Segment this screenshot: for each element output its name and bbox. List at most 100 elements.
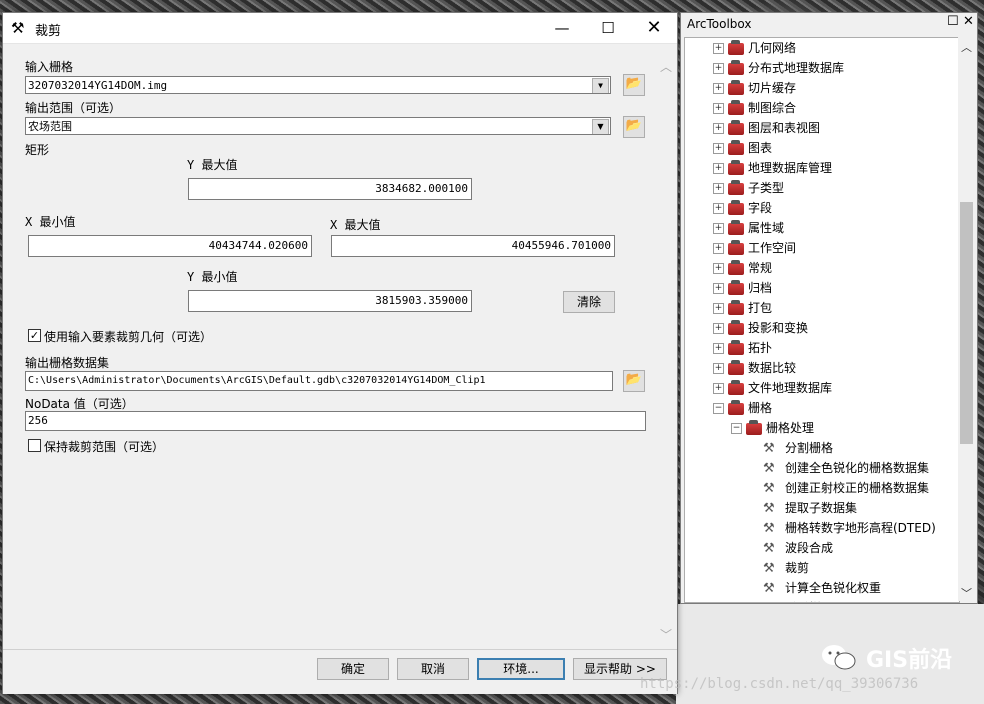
toolbox-item[interactable]: + 制图综合 — [713, 98, 796, 118]
expand-icon[interactable]: + — [713, 203, 724, 214]
expand-icon[interactable]: + — [713, 283, 724, 294]
ymax-input[interactable]: 3834682.000100 — [188, 178, 472, 200]
toolbox-item[interactable]: + 属性域 — [713, 218, 784, 238]
clip-dialog: ⚒ 裁剪 — ☐ ✕ 输入栅格 3207032014YG14DOM.img ▼ … — [2, 12, 678, 694]
output-dataset-browse-button[interactable]: 📂 — [623, 370, 645, 392]
tool-item[interactable]: ⚒ 创建正射校正的栅格数据集 — [763, 478, 929, 498]
expand-icon[interactable]: + — [713, 43, 724, 54]
tree-item-label: 栅格处理 — [766, 421, 815, 435]
toolbox-item[interactable]: + 图表 — [713, 138, 772, 158]
expand-icon[interactable]: + — [713, 143, 724, 154]
toolbox-item[interactable]: + 图层和表视图 — [713, 118, 820, 138]
toolbox-item[interactable]: + 字段 — [713, 198, 772, 218]
expand-icon[interactable]: + — [713, 163, 724, 174]
wechat-icon — [822, 645, 856, 670]
toolbox-item[interactable]: + 地理数据库管理 — [713, 158, 832, 178]
xmax-input[interactable]: 40455946.701000 — [331, 235, 615, 257]
expand-icon[interactable]: + — [713, 243, 724, 254]
tool-item[interactable]: ⚒ 分割栅格 — [763, 438, 833, 458]
toolbox-item[interactable]: + 打包 — [713, 298, 772, 318]
toolbox-icon — [728, 379, 744, 395]
expand-icon[interactable]: + — [713, 323, 724, 334]
dropdown-arrow-icon[interactable]: ▼ — [592, 78, 609, 93]
toolbox-item[interactable]: + 工作空间 — [713, 238, 796, 258]
toolbox-item[interactable]: + 文件地理数据库 — [713, 378, 832, 398]
expand-icon[interactable]: + — [713, 363, 724, 374]
expand-icon[interactable]: + — [713, 83, 724, 94]
use-input-features-checkbox[interactable]: ✓ — [28, 329, 41, 342]
scroll-up-icon[interactable]: ︿ — [961, 39, 972, 55]
cancel-button[interactable]: 取消 — [397, 658, 469, 680]
output-extent-browse-button[interactable]: 📂 — [623, 116, 645, 138]
toolbox-item[interactable]: + 切片缓存 — [713, 78, 796, 98]
toolbox-item[interactable]: + 归档 — [713, 278, 772, 298]
expand-icon[interactable]: + — [713, 263, 724, 274]
toolbox-icon — [728, 279, 744, 295]
scroll-up-icon[interactable]: ︿ — [660, 58, 672, 75]
expand-icon[interactable]: + — [713, 223, 724, 234]
dropdown-arrow-icon[interactable]: ▼ — [592, 119, 609, 134]
collapse-icon[interactable]: − — [713, 403, 724, 414]
tree-item-label: 数据比较 — [748, 361, 797, 375]
toolbox-item[interactable]: + 常规 — [713, 258, 772, 278]
expand-icon[interactable]: + — [713, 123, 724, 134]
tree-item-label: 分割栅格 — [785, 441, 834, 455]
toolbox-item[interactable]: + 数据比较 — [713, 358, 796, 378]
scroll-down-icon[interactable]: ﹀ — [961, 585, 972, 601]
tool-item[interactable]: ⚒ 栅格转数字地形高程(DTED) — [763, 518, 936, 538]
close-button[interactable]: ✕ — [631, 13, 677, 43]
expand-icon[interactable]: + — [713, 103, 724, 114]
toolbox-item[interactable]: + 子类型 — [713, 178, 784, 198]
hammer-icon: ⚒ — [763, 520, 775, 536]
toolbox-scrollbar[interactable]: ︿ ﹀ — [958, 37, 975, 601]
rectangle-label: 矩形 — [25, 143, 50, 157]
dialog-scrollbar[interactable]: ︿ ﹀ — [657, 44, 675, 646]
expand-icon[interactable]: + — [713, 63, 724, 74]
toolbox-item[interactable]: + 分布式地理数据库 — [713, 58, 844, 78]
tool-item[interactable]: ⚒ 创建全色锐化的栅格数据集 — [763, 458, 929, 478]
tree-item-label: 创建全色锐化的栅格数据集 — [785, 461, 930, 475]
ok-button[interactable]: 确定 — [317, 658, 389, 680]
input-raster-combo[interactable]: 3207032014YG14DOM.img ▼ — [25, 76, 611, 94]
toolbox-icon — [728, 319, 744, 335]
tool-item[interactable]: ⚒ 重采样 — [763, 598, 821, 603]
toolbox-subgroup[interactable]: − 栅格处理 — [731, 418, 814, 438]
nodata-label: NoData 值（可选） — [25, 397, 134, 411]
output-extent-combo[interactable]: 农场范围 ▼ — [25, 117, 611, 135]
toolbox-icon — [728, 339, 744, 355]
input-raster-value: 3207032014YG14DOM.img — [28, 79, 168, 92]
scroll-thumb[interactable] — [960, 202, 973, 444]
tool-item[interactable]: ⚒ 计算全色锐化权重 — [763, 578, 881, 598]
collapse-icon[interactable]: − — [731, 423, 742, 434]
toolbox-item[interactable]: + 拓扑 — [713, 338, 772, 358]
close-icon[interactable]: ✕ — [963, 14, 974, 29]
xmin-input[interactable]: 40434744.020600 — [28, 235, 312, 257]
ymin-input[interactable]: 3815903.359000 — [188, 290, 472, 312]
toolbox-icon — [728, 119, 744, 135]
expand-icon[interactable]: + — [713, 343, 724, 354]
input-raster-browse-button[interactable]: 📂 — [623, 74, 645, 96]
nodata-input[interactable]: 256 — [25, 411, 646, 431]
toolbox-item[interactable]: + 几何网络 — [713, 38, 796, 58]
expand-icon[interactable]: + — [713, 183, 724, 194]
maximize-button[interactable]: ☐ — [585, 13, 631, 43]
output-dataset-input[interactable]: C:\Users\Administrator\Documents\ArcGIS\… — [25, 371, 613, 391]
toolbox-item[interactable]: − 栅格 — [713, 398, 772, 418]
toolbox-item[interactable]: + 投影和变换 — [713, 318, 808, 338]
maintain-extent-checkbox[interactable] — [28, 439, 41, 452]
scroll-down-icon[interactable]: ﹀ — [660, 626, 672, 643]
hammer-icon: ⚒ — [763, 440, 775, 456]
clear-button[interactable]: 清除 — [563, 291, 615, 313]
tool-item[interactable]: ⚒ 波段合成 — [763, 538, 833, 558]
tree-item-label: 打包 — [748, 301, 773, 315]
tree-item-label: 制图综合 — [748, 101, 797, 115]
tool-item[interactable]: ⚒ 裁剪 — [763, 558, 809, 578]
tree-item-label: 创建正射校正的栅格数据集 — [785, 481, 930, 495]
environments-button[interactable]: 环境... — [477, 658, 565, 680]
title-bar[interactable]: ⚒ 裁剪 — ☐ ✕ — [3, 13, 677, 44]
float-icon[interactable]: ☐ — [947, 14, 959, 29]
expand-icon[interactable]: + — [713, 383, 724, 394]
minimize-button[interactable]: — — [539, 13, 585, 43]
expand-icon[interactable]: + — [713, 303, 724, 314]
tool-item[interactable]: ⚒ 提取子数据集 — [763, 498, 857, 518]
